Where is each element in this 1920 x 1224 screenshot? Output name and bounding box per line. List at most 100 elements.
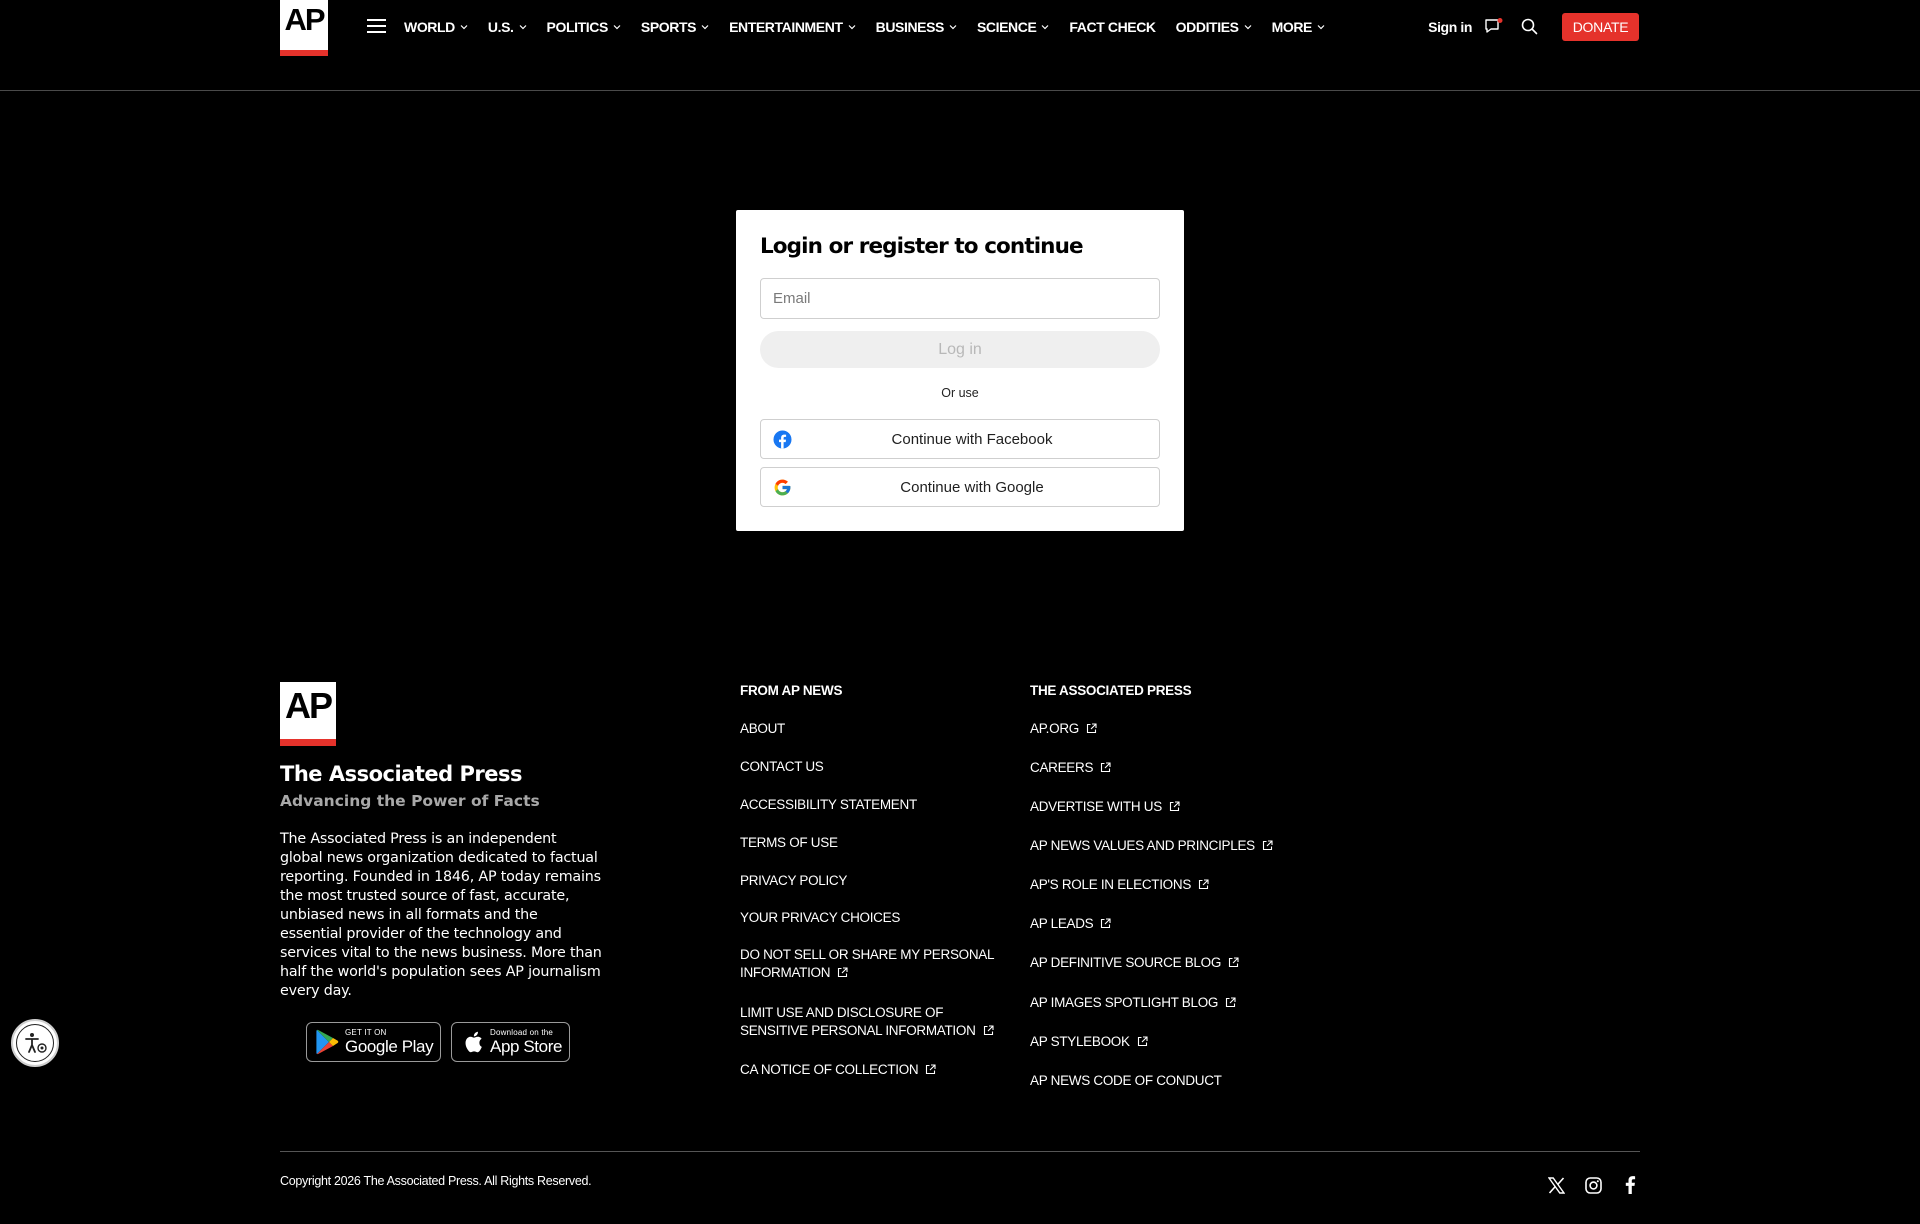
nav-item-label: ENTERTAINMENT [729, 19, 843, 35]
footer-link-ap-stylebook[interactable]: AP STYLEBOOK [1030, 1033, 1330, 1051]
facebook-icon[interactable] [1621, 1176, 1639, 1194]
app-store-badge[interactable]: Download on the App Store [451, 1022, 570, 1062]
search-icon[interactable] [1519, 17, 1539, 37]
or-use-label: Or use [941, 386, 979, 400]
footer-link-advertise-with-us[interactable]: ADVERTISE WITH US [1030, 798, 1330, 816]
footer-link-ap-news-code-of-conduct[interactable]: AP NEWS CODE OF CONDUCT [1030, 1072, 1330, 1090]
footer-link-label: AP DEFINITIVE SOURCE BLOG [1030, 955, 1222, 970]
footer-link-label: ABOUT [740, 721, 786, 736]
footer-link-your-privacy-choices[interactable]: YOUR PRIVACY CHOICES [740, 909, 1000, 927]
footer-link-label: DO NOT SELL OR SHARE MY PERSONAL INFORMA… [740, 947, 994, 980]
footer-tagline: Advancing the Power of Facts [280, 792, 540, 810]
footer-col2-heading: THE ASSOCIATED PRESS [1030, 683, 1192, 698]
footer-logo-red-bar [280, 739, 336, 746]
footer-description: The Associated Press is an independent g… [280, 831, 602, 999]
footer-divider [280, 1151, 1640, 1152]
nav-item-more[interactable]: MORE [1272, 19, 1325, 35]
footer-link-ap-s-role-in-elections[interactable]: AP'S ROLE IN ELECTIONS [1030, 876, 1330, 894]
external-link-icon [1228, 955, 1239, 968]
app-store-small-text: Download on the [490, 1028, 554, 1037]
nav-item-science[interactable]: SCIENCE [977, 19, 1049, 35]
accessibility-widget-button[interactable] [11, 1019, 59, 1067]
chevron-down-icon [1041, 23, 1049, 31]
chevron-down-icon [949, 23, 957, 31]
google-play-small-text: GET IT ON [345, 1028, 387, 1037]
footer-ap-logo[interactable]: AP [280, 682, 336, 746]
footer-link-careers[interactable]: CAREERS [1030, 759, 1330, 777]
nav-item-business[interactable]: BUSINESS [876, 19, 957, 35]
footer-link-privacy-policy[interactable]: PRIVACY POLICY [740, 872, 1000, 890]
nav-item-label: U.S. [487, 19, 514, 35]
apple-icon [460, 1029, 486, 1055]
footer-link-accessibility-statement[interactable]: ACCESSIBILITY STATEMENT [740, 796, 1000, 814]
instagram-icon[interactable] [1584, 1176, 1602, 1194]
main-nav: WORLD U.S. POLITICS SPORTS ENTERTAINMENT BUSI… [404, 18, 1345, 36]
nav-item-world[interactable]: WORLD [404, 19, 468, 35]
footer-link-label: AP.ORG [1030, 721, 1079, 736]
footer-link-label: ADVERTISE WITH US [1030, 799, 1162, 814]
nav-item-politics[interactable]: POLITICS [547, 19, 621, 35]
external-link-icon [1100, 916, 1111, 929]
log-in-button[interactable]: Log in [760, 331, 1160, 368]
app-store-big-text: App Store [490, 1037, 563, 1056]
footer-link-ap-org[interactable]: AP.ORG [1030, 720, 1330, 738]
x-icon[interactable] [1547, 1176, 1565, 1194]
external-link-icon [1262, 838, 1273, 851]
email-field[interactable] [760, 278, 1160, 319]
external-link-icon [1225, 995, 1236, 1008]
google-icon [773, 478, 792, 497]
nav-item-label: MORE [1271, 19, 1313, 35]
footer-link-ap-images-spotlight-blog[interactable]: AP IMAGES SPOTLIGHT BLOG [1030, 994, 1330, 1012]
notification-icon[interactable] [1484, 17, 1504, 37]
footer-link-terms-of-use[interactable]: TERMS OF USE [740, 834, 1000, 852]
footer-link-do-not-sell-or-share-my-personal-information[interactable]: DO NOT SELL OR SHARE MY PERSONAL INFORMA… [740, 946, 1000, 982]
footer-link-about[interactable]: ABOUT [740, 720, 1000, 738]
nav-item-entertainment[interactable]: ENTERTAINMENT [729, 19, 856, 35]
footer-link-label: AP NEWS CODE OF CONDUCT [1030, 1073, 1222, 1088]
google-play-icon [315, 1029, 341, 1055]
footer-link-ap-news-values-and-principles[interactable]: AP NEWS VALUES AND PRINCIPLES [1030, 837, 1330, 855]
nav-item-fact-check[interactable]: FACT CHECK [1069, 19, 1156, 35]
nav-item-label: SCIENCE [976, 19, 1037, 35]
ap-logo[interactable]: AP [280, 0, 328, 56]
footer-link-ca-notice-of-collection[interactable]: CA NOTICE OF COLLECTION [740, 1061, 1000, 1079]
menu-icon[interactable] [367, 19, 387, 35]
footer-col1-heading: FROM AP NEWS [740, 683, 843, 698]
nav-item-label: WORLD [404, 19, 455, 35]
google-button-label: Continue with Google [900, 478, 1044, 496]
chevron-down-icon [1317, 23, 1325, 31]
footer-link-label: TERMS OF USE [740, 835, 838, 850]
footer-link-label: YOUR PRIVACY CHOICES [740, 910, 901, 925]
donate-button[interactable]: DONATE [1562, 12, 1639, 41]
external-link-icon [1169, 799, 1180, 812]
footer-logo-text: AP [284, 685, 333, 726]
chevron-down-icon [1244, 23, 1252, 31]
footer-link-ap-leads[interactable]: AP LEADS [1030, 915, 1330, 933]
google-play-badge[interactable]: GET IT ON Google Play [306, 1022, 441, 1062]
footer-link-label: ACCESSIBILITY STATEMENT [740, 797, 917, 812]
sign-in-link[interactable]: Sign in [1428, 19, 1472, 35]
facebook-button-label: Continue with Facebook [891, 430, 1053, 448]
nav-item-u-s[interactable]: U.S. [488, 19, 527, 35]
google-play-big-text: Google Play [345, 1037, 434, 1056]
footer-link-label: LIMIT USE AND DISCLOSURE OF SENSITIVE PE… [740, 1005, 976, 1038]
logo-text: AP [284, 2, 325, 37]
nav-item-oddities[interactable]: ODDITIES [1176, 19, 1252, 35]
footer-link-contact-us[interactable]: CONTACT US [740, 758, 1000, 776]
external-link-icon [983, 1023, 994, 1036]
nav-item-label: ODDITIES [1175, 19, 1239, 35]
footer-link-label: AP IMAGES SPOTLIGHT BLOG [1030, 995, 1219, 1010]
footer-link-limit-use-and-disclosure-of-sensitive-personal-information[interactable]: LIMIT USE AND DISCLOSURE OF SENSITIVE PE… [740, 1004, 1000, 1040]
login-title: Login or register to continue [760, 234, 1084, 259]
site-footer: AP The Associated Press Advancing the Po… [0, 622, 1920, 1224]
continue-with-facebook-button[interactable]: Continue with Facebook [760, 419, 1160, 459]
social-links [1528, 1176, 1639, 1194]
footer-link-ap-definitive-source-blog[interactable]: AP DEFINITIVE SOURCE BLOG [1030, 954, 1330, 972]
nav-item-sports[interactable]: SPORTS [641, 19, 709, 35]
facebook-icon [773, 430, 792, 449]
external-link-icon [1198, 877, 1209, 890]
external-link-icon [1086, 721, 1097, 734]
footer-link-label: AP NEWS VALUES AND PRINCIPLES [1030, 838, 1255, 853]
footer-link-label: AP'S ROLE IN ELECTIONS [1030, 877, 1192, 892]
continue-with-google-button[interactable]: Continue with Google [760, 467, 1160, 507]
